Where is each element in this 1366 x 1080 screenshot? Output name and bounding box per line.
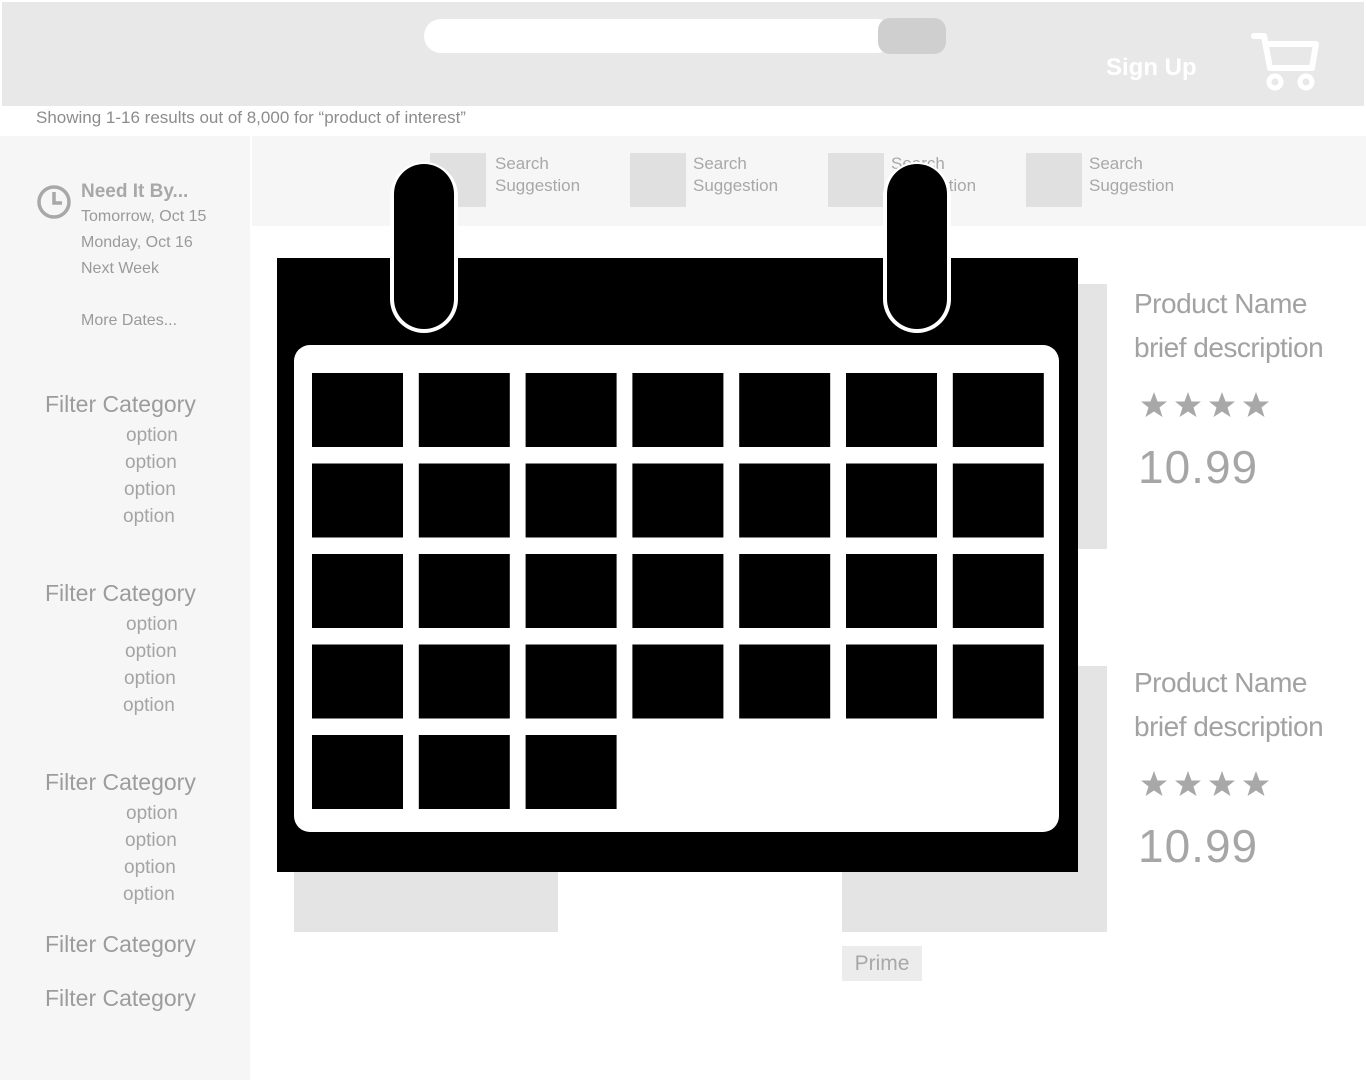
filter-option[interactable]: option [123,884,175,906]
calendar-day-cell [739,554,831,628]
calendar-day-cell [525,735,617,809]
filter-category-1[interactable]: Filter Category [45,391,196,418]
search-input[interactable] [424,19,894,53]
filter-option[interactable]: option [126,425,178,447]
product-price: 10.99 [1138,820,1259,872]
calendar-ring-left-inner [394,164,454,329]
clock-icon [36,184,72,220]
calendar-ring-right-inner [887,164,947,329]
filter-option[interactable]: option [123,506,175,528]
calendar-icon [276,162,1079,874]
calendar-day-cell [418,554,510,628]
date-option-next-week[interactable]: Next Week [81,260,159,278]
date-option-monday[interactable]: Monday, Oct 16 [81,234,193,252]
filter-option[interactable]: option [125,452,177,474]
search-button[interactable] [878,18,946,54]
calendar-day-cell [846,644,937,719]
product-price: 10.99 [1138,441,1259,493]
star-icon [1243,771,1269,796]
date-option-tomorrow[interactable]: Tomorrow, Oct 15 [81,208,206,226]
product-image[interactable] [294,866,558,932]
calendar-day-cell [739,644,831,719]
calendar-day-cell [525,463,617,538]
product-name[interactable]: Product Name [1134,288,1307,320]
calendar-day-cell [739,373,831,447]
calendar-day-cell [632,373,724,447]
filter-category-2[interactable]: Filter Category [45,580,196,607]
calendar-day-cell [525,373,617,447]
product-name[interactable]: Product Name [1134,667,1307,699]
filter-category-4[interactable]: Filter Category [45,931,196,958]
calendar-day-cell [525,554,617,628]
star-icon [1243,392,1269,417]
cart-icon[interactable] [1250,32,1320,94]
calendar-day-cell [739,463,831,538]
calendar-day-cell [525,644,617,719]
calendar-day-cell [312,735,403,809]
calendar-day-cell [632,554,724,628]
calendar-day-cell [418,735,510,809]
calendar-day-cell [846,554,937,628]
calendar-day-cell [312,554,403,628]
calendar-day-cell [846,463,937,538]
star-icon [1209,392,1235,417]
calendar-day-cell [418,463,510,538]
prime-badge: Prime [842,946,922,981]
filter-option[interactable]: option [125,641,177,663]
calendar-day-cell [418,373,510,447]
calendar-day-cell [952,463,1044,538]
star-icon [1175,771,1201,796]
calendar-day-cell [952,554,1044,628]
filter-option[interactable]: option [126,803,178,825]
calendar-day-cell [312,373,403,447]
filter-option[interactable]: option [123,695,175,717]
calendar-day-cell [952,644,1044,719]
star-rating [1138,389,1278,423]
star-icon [1175,392,1201,417]
calendar-day-cell [632,463,724,538]
need-it-by-title: Need It By... [81,181,189,202]
filter-option[interactable]: option [124,857,176,879]
filter-option[interactable]: option [124,479,176,501]
calendar-day-cell [312,644,403,719]
product-image[interactable] [842,866,1107,932]
filter-category-5[interactable]: Filter Category [45,985,196,1012]
results-summary: Showing 1-16 results out of 8,000 for “p… [36,108,466,127]
calendar-day-cell [418,644,510,719]
filter-option[interactable]: option [124,668,176,690]
sign-up-link[interactable]: Sign Up [1106,54,1197,82]
more-dates-link[interactable]: More Dates... [81,312,177,330]
calendar-day-cell [312,463,403,538]
calendar-day-cell [846,373,937,447]
suggestion-label[interactable]: Search Suggestion [1089,153,1174,197]
star-icon [1209,771,1235,796]
product-description: brief description [1134,332,1324,363]
star-icon [1141,392,1167,417]
calendar-day-cell [952,373,1044,447]
star-icon [1141,771,1167,796]
product-description: brief description [1134,711,1324,742]
filter-category-3[interactable]: Filter Category [45,769,196,796]
star-rating [1138,768,1278,802]
calendar-day-cell [632,644,724,719]
filter-option[interactable]: option [126,614,178,636]
filter-option[interactable]: option [125,830,177,852]
